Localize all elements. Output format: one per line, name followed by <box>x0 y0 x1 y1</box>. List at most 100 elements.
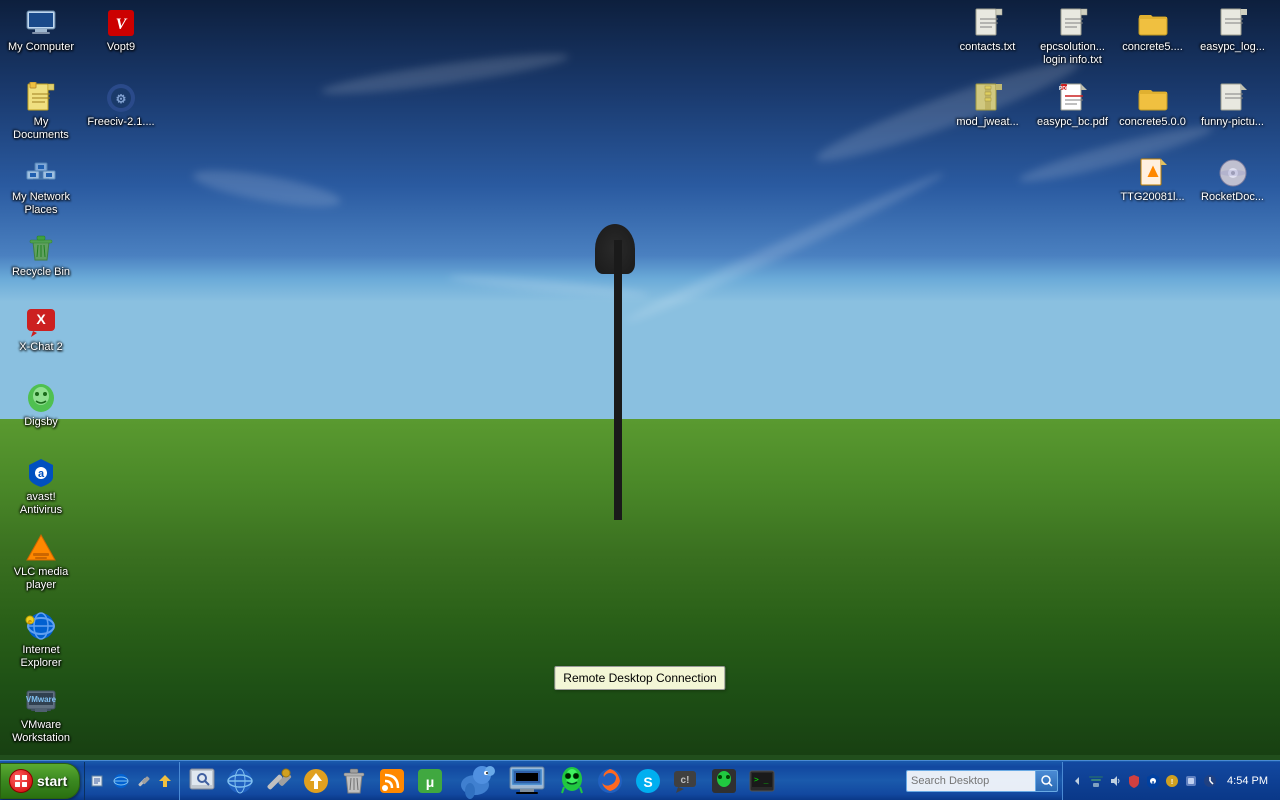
network-places-icon <box>25 157 57 189</box>
digsby-icon <box>25 382 57 414</box>
desktop-icon-my-documents[interactable]: My Documents <box>5 80 77 144</box>
desktop-icon-vlc[interactable]: VLC media player <box>5 530 77 594</box>
tray-network-icon[interactable] <box>1088 773 1104 789</box>
recycle-bin-label: Recycle Bin <box>12 266 70 279</box>
desktop-icon-epcsolution[interactable]: epcsolution...login info.txt <box>1035 5 1110 69</box>
dock-trash[interactable] <box>336 763 372 799</box>
desktop-icon-vopt9[interactable]: V Vopt9 <box>85 5 157 56</box>
dock-alien[interactable] <box>554 763 590 799</box>
freeciv-label: Freeciv-2.1.... <box>87 116 154 129</box>
recycle-bin-icon <box>25 232 57 264</box>
epcsolution-label: epcsolution...login info.txt <box>1040 41 1105 67</box>
desktop-icon-rocketdoc[interactable]: RocketDoc... <box>1195 155 1270 206</box>
avast-tray-icon: a <box>1145 773 1161 789</box>
misc-tray-icon: ! <box>1164 773 1180 789</box>
svg-text:!: ! <box>1171 779 1173 786</box>
tray-volume-icon[interactable] <box>1107 773 1123 789</box>
concrete5-folder-icon <box>1137 7 1169 39</box>
dock-arrow[interactable] <box>298 763 334 799</box>
desktop-icon-vmware[interactable]: VMware VMware Workstation <box>5 683 77 747</box>
svg-text:VMware: VMware <box>26 695 57 704</box>
shield-icon <box>1126 773 1142 789</box>
dock-torrent[interactable]: μ <box>412 763 448 799</box>
dock-terminal[interactable]: > _ <box>744 763 780 799</box>
tray-misc3-icon[interactable] <box>1202 773 1218 789</box>
desktop-icon-ttg200811[interactable]: TTG20081l... <box>1115 155 1190 206</box>
ql-tools[interactable] <box>133 771 153 791</box>
dock-tools[interactable] <box>260 763 296 799</box>
my-documents-icon <box>25 82 57 114</box>
desktop-icons-area: My Computer V Vopt9 <box>0 0 1280 755</box>
desktop-icon-my-computer[interactable]: My Computer <box>5 5 77 56</box>
rocketdoc-icon <box>1217 157 1249 189</box>
dock-rdp[interactable] <box>502 763 552 799</box>
network-tray-icon <box>1088 773 1104 789</box>
svg-text:c!: c! <box>681 775 690 786</box>
desktop-icon-easypc-log[interactable]: easypc_log... <box>1195 5 1270 56</box>
desktop-icon-freeciv[interactable]: ⚙ Freeciv-2.1.... <box>85 80 157 131</box>
remote-desktop-tooltip: Remote Desktop Connection <box>554 666 725 690</box>
ttg200811-label: TTG20081l... <box>1120 191 1184 204</box>
tray-show-hidden[interactable] <box>1069 773 1085 789</box>
ql-ie[interactable] <box>111 771 131 791</box>
chevron-left-icon <box>1071 775 1083 787</box>
my-documents-label: My Documents <box>7 116 75 142</box>
dock-globe[interactable] <box>222 763 258 799</box>
desktop-icon-recycle-bin[interactable]: Recycle Bin <box>5 230 77 281</box>
desktop-icon-mod-jweat[interactable]: mod_jweat... <box>950 80 1025 131</box>
freeciv-icon: ⚙ <box>105 82 137 114</box>
easypc-pdf-label: easypc_bc.pdf <box>1037 116 1108 129</box>
system-clock[interactable]: 4:54 PM <box>1221 775 1274 787</box>
desktop-icon-ie[interactable]: e Internet Explorer <box>5 608 77 672</box>
search-icon <box>1041 775 1053 787</box>
search-bar <box>906 770 1058 792</box>
avast-label: avast! Antivirus <box>7 491 75 517</box>
epcsolution-icon <box>1057 7 1089 39</box>
my-computer-icon <box>25 7 57 39</box>
dock-bird[interactable] <box>450 763 500 799</box>
dock-skype[interactable]: S <box>630 763 666 799</box>
ttg200811-icon <box>1137 157 1169 189</box>
xchat-label: X-Chat 2 <box>19 341 62 354</box>
my-computer-label: My Computer <box>8 41 74 54</box>
vlc-icon <box>25 532 57 564</box>
start-button[interactable]: start <box>0 763 80 799</box>
desktop-icon-concrete5-folder[interactable]: concrete5.... <box>1115 5 1190 56</box>
svg-text:μ: μ <box>426 774 435 790</box>
desktop-icon-contacts-txt[interactable]: contacts.txt <box>950 5 1025 56</box>
misc3-tray-icon <box>1202 773 1218 789</box>
concrete5-0-icon <box>1137 82 1169 114</box>
svg-text:> _: > _ <box>754 775 769 784</box>
contacts-txt-icon <box>972 7 1004 39</box>
dock-firefox[interactable] <box>592 763 628 799</box>
search-button[interactable] <box>1036 770 1058 792</box>
tray-misc2-icon[interactable] <box>1183 773 1199 789</box>
desktop-icon-network-places[interactable]: My Network Places <box>5 155 77 219</box>
tray-security-icon[interactable] <box>1126 773 1142 789</box>
desktop-icon-funny-pict[interactable]: funny-pictu... <box>1195 80 1270 131</box>
concrete5-folder-label: concrete5.... <box>1122 41 1183 54</box>
ql-show-desktop[interactable] <box>89 771 109 791</box>
desktop: Remote Desktop Connection My Computer V <box>0 0 1280 800</box>
avast-icon: a <box>25 457 57 489</box>
desktop-icon-easypc-pdf[interactable]: PDF easypc_bc.pdf <box>1035 80 1110 131</box>
desktop-icon-digsby[interactable]: Digsby <box>5 380 77 431</box>
desktop-icon-avast[interactable]: a avast! Antivirus <box>5 455 77 519</box>
easypc-log-icon <box>1217 7 1249 39</box>
dock-finder[interactable] <box>184 763 220 799</box>
search-input[interactable] <box>906 770 1036 792</box>
tray-misc1-icon[interactable]: ! <box>1164 773 1180 789</box>
contacts-txt-label: contacts.txt <box>960 41 1016 54</box>
easypc-pdf-icon: PDF <box>1057 82 1089 114</box>
ql-arrow[interactable] <box>155 771 175 791</box>
svg-text:X: X <box>36 311 46 327</box>
tray-avast-icon[interactable]: a <box>1145 773 1161 789</box>
svg-text:a: a <box>1152 780 1155 786</box>
mod-jweat-icon <box>972 82 1004 114</box>
desktop-icon-xchat2[interactable]: X X-Chat 2 <box>5 305 77 356</box>
desktop-icon-concrete5-0[interactable]: concrete5.0.0 <box>1115 80 1190 131</box>
dock-alien2[interactable] <box>706 763 742 799</box>
funny-pict-icon <box>1217 82 1249 114</box>
dock-rss[interactable] <box>374 763 410 799</box>
dock-chat[interactable]: c! <box>668 763 704 799</box>
